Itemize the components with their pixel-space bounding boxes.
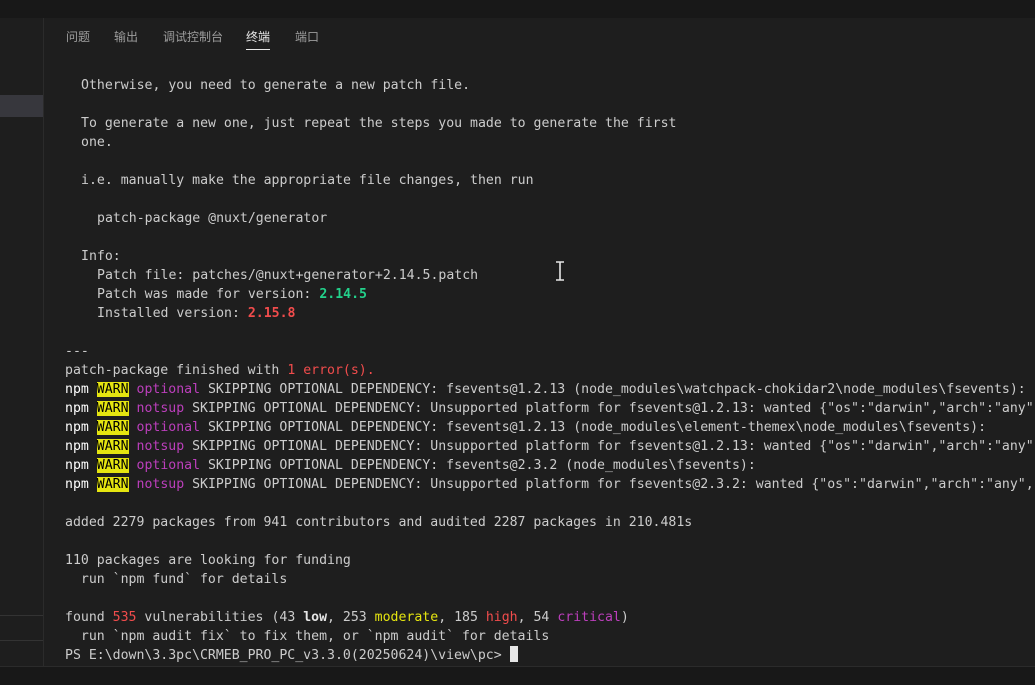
- terminal-text: , 253: [327, 610, 375, 625]
- terminal-line: 110 packages are looking for funding: [65, 553, 351, 568]
- terminal-text: patch-package finished with: [65, 363, 288, 378]
- terminal-line: To generate a new one, just repeat the s…: [81, 116, 677, 131]
- npm-warn-line: npm WARN optional SKIPPING OPTIONAL DEPE…: [65, 456, 756, 475]
- terminal-line: Info:: [81, 249, 121, 264]
- npm-warn-line: npm WARN notsup SKIPPING OPTIONAL DEPEND…: [65, 399, 1034, 418]
- warn-badge: WARN: [96, 420, 129, 435]
- terminal-line: ---: [65, 344, 89, 359]
- warn-type: optional: [136, 382, 201, 397]
- npm-warn-line: npm WARN optional SKIPPING OPTIONAL DEPE…: [65, 418, 986, 437]
- npm-label: npm: [65, 477, 89, 492]
- terminal-line: patch-package finished with 1 error(s).: [65, 361, 375, 380]
- terminal-line: one.: [81, 135, 113, 150]
- terminal-output[interactable]: Otherwise, you need to generate a new pa…: [65, 76, 1035, 666]
- divider: [0, 615, 43, 616]
- panel-tabs: 问题 输出 调试控制台 终端 端口: [44, 18, 1035, 54]
- terminal-text: , 54: [517, 610, 558, 625]
- terminal-line: Patch was made for version: 2.14.5: [97, 285, 367, 304]
- warn-badge: WARN: [96, 439, 129, 454]
- status-bar: [0, 666, 1035, 685]
- vuln-critical: critical: [557, 610, 621, 625]
- terminal-line: i.e. manually make the appropriate file …: [81, 173, 534, 188]
- npm-warn-line: npm WARN optional SKIPPING OPTIONAL DEPE…: [65, 380, 1026, 399]
- terminal-text: Installed version:: [97, 306, 248, 321]
- vuln-count: 535: [112, 610, 137, 625]
- npm-label: npm: [65, 382, 89, 397]
- divider: [0, 640, 43, 641]
- npm-label: npm: [65, 439, 89, 454]
- error-count: 1 error(s).: [287, 363, 375, 378]
- prompt-text: PS E:\down\3.3pc\CRMEB_PRO_PC_v3.3.0(202…: [65, 648, 510, 663]
- installed-version: 2.15.8: [247, 306, 296, 321]
- warn-badge: WARN: [96, 477, 129, 492]
- warn-type: notsup: [136, 439, 185, 454]
- warn-badge: WARN: [96, 458, 129, 473]
- npm-label: npm: [65, 420, 89, 435]
- terminal-line: run `npm audit fix` to fix them, or `npm…: [65, 629, 550, 644]
- tab-output[interactable]: 输出: [114, 28, 138, 45]
- warn-text: SKIPPING OPTIONAL DEPENDENCY: Unsupporte…: [184, 477, 1034, 492]
- warn-badge: WARN: [96, 401, 129, 416]
- tab-terminal[interactable]: 终端: [246, 28, 271, 50]
- terminal-text: ): [620, 610, 629, 625]
- terminal-text: vulnerabilities (43: [136, 610, 304, 625]
- vulnerabilities-line: found 535 vulnerabilities (43 low, 253 m…: [65, 608, 629, 627]
- tab-ports[interactable]: 端口: [295, 28, 319, 45]
- side-panel: [0, 18, 44, 666]
- terminal-line: Patch file: patches/@nuxt+generator+2.14…: [97, 268, 479, 283]
- warn-type: notsup: [136, 477, 185, 492]
- terminal-line: Installed version: 2.15.8: [97, 304, 296, 323]
- tab-problems[interactable]: 问题: [66, 28, 90, 45]
- warn-type: notsup: [136, 401, 185, 416]
- warn-text: SKIPPING OPTIONAL DEPENDENCY: fsevents@2…: [200, 458, 756, 473]
- patch-version: 2.14.5: [319, 287, 367, 302]
- npm-label: npm: [65, 401, 89, 416]
- vuln-low: low: [303, 610, 328, 625]
- warn-type: optional: [136, 458, 201, 473]
- warn-badge: WARN: [96, 382, 129, 397]
- warn-text: SKIPPING OPTIONAL DEPENDENCY: fsevents@1…: [200, 420, 987, 435]
- npm-label: npm: [65, 458, 89, 473]
- terminal-line: patch-package @nuxt/generator: [97, 211, 328, 226]
- terminal-text: found: [65, 610, 113, 625]
- terminal-text: Patch was made for version:: [97, 287, 320, 302]
- warn-text: SKIPPING OPTIONAL DEPENDENCY: Unsupporte…: [184, 439, 1034, 454]
- tab-debug-console[interactable]: 调试控制台: [163, 28, 223, 45]
- vuln-moderate: moderate: [374, 610, 439, 625]
- npm-warn-line: npm WARN notsup SKIPPING OPTIONAL DEPEND…: [65, 437, 1034, 456]
- side-panel-selected-item[interactable]: [0, 95, 43, 117]
- bottom-panel: 问题 输出 调试控制台 终端 端口 Otherwise, you need to…: [44, 18, 1035, 666]
- terminal-cursor: [509, 646, 518, 662]
- npm-warn-line: npm WARN notsup SKIPPING OPTIONAL DEPEND…: [65, 475, 1034, 494]
- terminal-line: Otherwise, you need to generate a new pa…: [81, 78, 471, 93]
- warn-text: SKIPPING OPTIONAL DEPENDENCY: fsevents@1…: [200, 382, 1026, 397]
- terminal-text: , 185: [438, 610, 486, 625]
- warn-text: SKIPPING OPTIONAL DEPENDENCY: Unsupporte…: [184, 401, 1034, 416]
- terminal-line: run `npm fund` for details: [65, 572, 288, 587]
- vuln-high: high: [485, 610, 518, 625]
- terminal-prompt[interactable]: PS E:\down\3.3pc\CRMEB_PRO_PC_v3.3.0(202…: [65, 646, 518, 665]
- text-cursor-icon: [556, 261, 564, 281]
- warn-type: optional: [136, 420, 201, 435]
- title-bar: [0, 0, 1035, 18]
- terminal-line: added 2279 packages from 941 contributor…: [65, 515, 693, 530]
